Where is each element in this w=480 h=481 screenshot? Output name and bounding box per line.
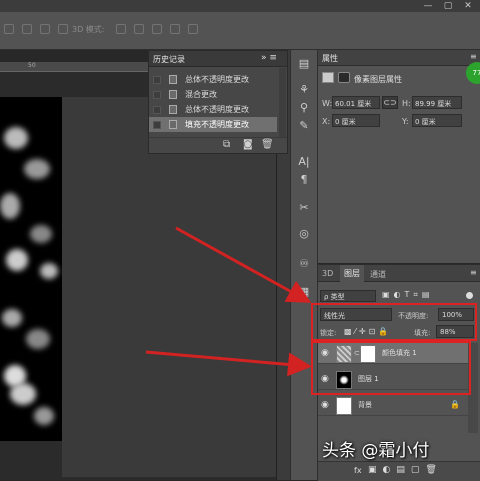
watermark: 头条 @霜小付 xyxy=(322,441,430,461)
arrow-to-layers xyxy=(145,350,312,377)
annotation-arrows xyxy=(145,226,312,377)
arrow-to-blend xyxy=(175,226,312,303)
